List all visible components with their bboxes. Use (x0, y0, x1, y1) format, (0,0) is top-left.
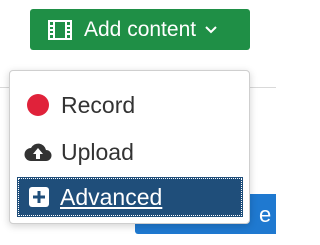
menu-item-label: Upload (61, 138, 134, 165)
add-content-label: Add content (84, 18, 197, 41)
chevron-down-icon (204, 23, 218, 37)
film-icon (47, 19, 73, 41)
add-content-menu: Record Upload Advanced (9, 70, 250, 224)
menu-item-label: Advanced (60, 183, 163, 210)
plus-square-icon (25, 183, 53, 211)
menu-item-upload[interactable]: Upload (18, 133, 242, 171)
page: e n Add content (0, 0, 276, 245)
menu-item-advanced[interactable]: Advanced (17, 177, 243, 217)
menu-item-label: Record (61, 91, 136, 118)
background-button-label: e n (259, 202, 276, 227)
add-content-button[interactable]: Add content (30, 9, 250, 50)
cloud-upload-icon (24, 138, 52, 166)
menu-item-record[interactable]: Record (18, 86, 242, 124)
record-dot-icon (24, 91, 52, 119)
